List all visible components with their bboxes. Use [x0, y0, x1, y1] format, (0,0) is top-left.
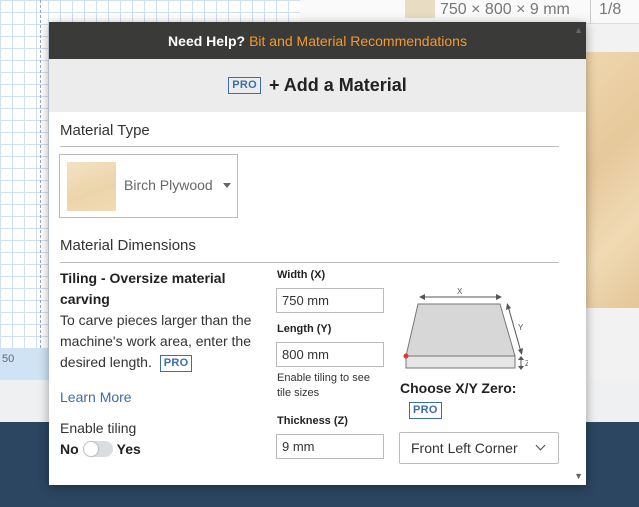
tiling-description: To carve pieces larger than the machine'…	[60, 310, 265, 373]
pro-badge: PRO	[159, 355, 193, 372]
ruler-label: 50	[2, 353, 15, 365]
material-swatch	[67, 162, 116, 211]
bit-size-summary[interactable]: 1/8	[599, 1, 621, 19]
length-input[interactable]	[276, 342, 384, 367]
material-settings-modal: Need Help? Bit and Material Recommendati…	[49, 22, 586, 485]
xy-zero-select[interactable]: Front Left Corner	[399, 432, 559, 464]
thickness-label: Thickness (Z)	[277, 415, 348, 427]
scroll-down-icon[interactable]: ▼	[574, 471, 583, 481]
width-input[interactable]	[276, 288, 384, 313]
chevron-down-icon	[535, 440, 546, 451]
tiling-description-text: To carve pieces larger than the machine'…	[60, 312, 252, 370]
bit-material-recommendations-link[interactable]: Bit and Material Recommendations	[249, 33, 467, 49]
toggle-off-label: No	[60, 441, 79, 457]
canvas-boundary	[40, 0, 41, 348]
enable-tiling-label: Enable tiling	[60, 420, 137, 436]
tiling-toggle-row: No Yes	[60, 441, 141, 457]
help-prefix: Need Help?	[168, 32, 246, 49]
caret-down-icon	[223, 183, 231, 188]
scroll-up-icon[interactable]: ▲	[574, 25, 583, 35]
material-type-select[interactable]: Birch Plywood	[59, 154, 238, 218]
material-summary-swatch[interactable]	[405, 0, 435, 18]
summary-divider	[590, 0, 591, 24]
choose-zero-label: Choose X/Y Zero:	[400, 380, 517, 396]
learn-more-link[interactable]: Learn More	[60, 389, 132, 405]
material-dimensions-heading: Material Dimensions	[60, 237, 196, 254]
length-hint: Enable tiling to see tile sizes	[277, 372, 370, 399]
y-axis-label: Y	[518, 323, 524, 332]
material-type-value: Birch Plywood	[124, 177, 213, 193]
tiling-toggle[interactable]	[82, 441, 113, 457]
material-type-heading: Material Type	[60, 122, 150, 139]
section-divider	[60, 146, 559, 147]
toggle-knob	[83, 442, 98, 456]
material-dimensions-diagram: X Y Z	[403, 287, 528, 370]
pro-badge: PRO	[409, 402, 442, 419]
x-axis-label: X	[457, 287, 463, 296]
material-summary-size[interactable]: 750 × 800 × 9 mm	[440, 1, 570, 19]
toggle-on-label: Yes	[116, 441, 141, 457]
section-divider	[60, 262, 559, 263]
add-material-button[interactable]: PRO + Add a Material	[49, 59, 586, 112]
add-material-label: + Add a Material	[268, 75, 407, 95]
material-preview	[586, 52, 639, 308]
width-label: Width (X)	[277, 269, 326, 281]
help-bar: Need Help? Bit and Material Recommendati…	[49, 22, 586, 59]
length-label: Length (Y)	[277, 323, 332, 335]
xy-zero-value: Front Left Corner	[411, 440, 518, 456]
tiling-title: Tiling - Oversize material carving	[60, 270, 226, 307]
thickness-input[interactable]	[276, 434, 384, 459]
z-axis-label: Z	[525, 359, 528, 368]
zero-point-marker	[403, 353, 409, 359]
pro-badge: PRO	[228, 77, 261, 94]
